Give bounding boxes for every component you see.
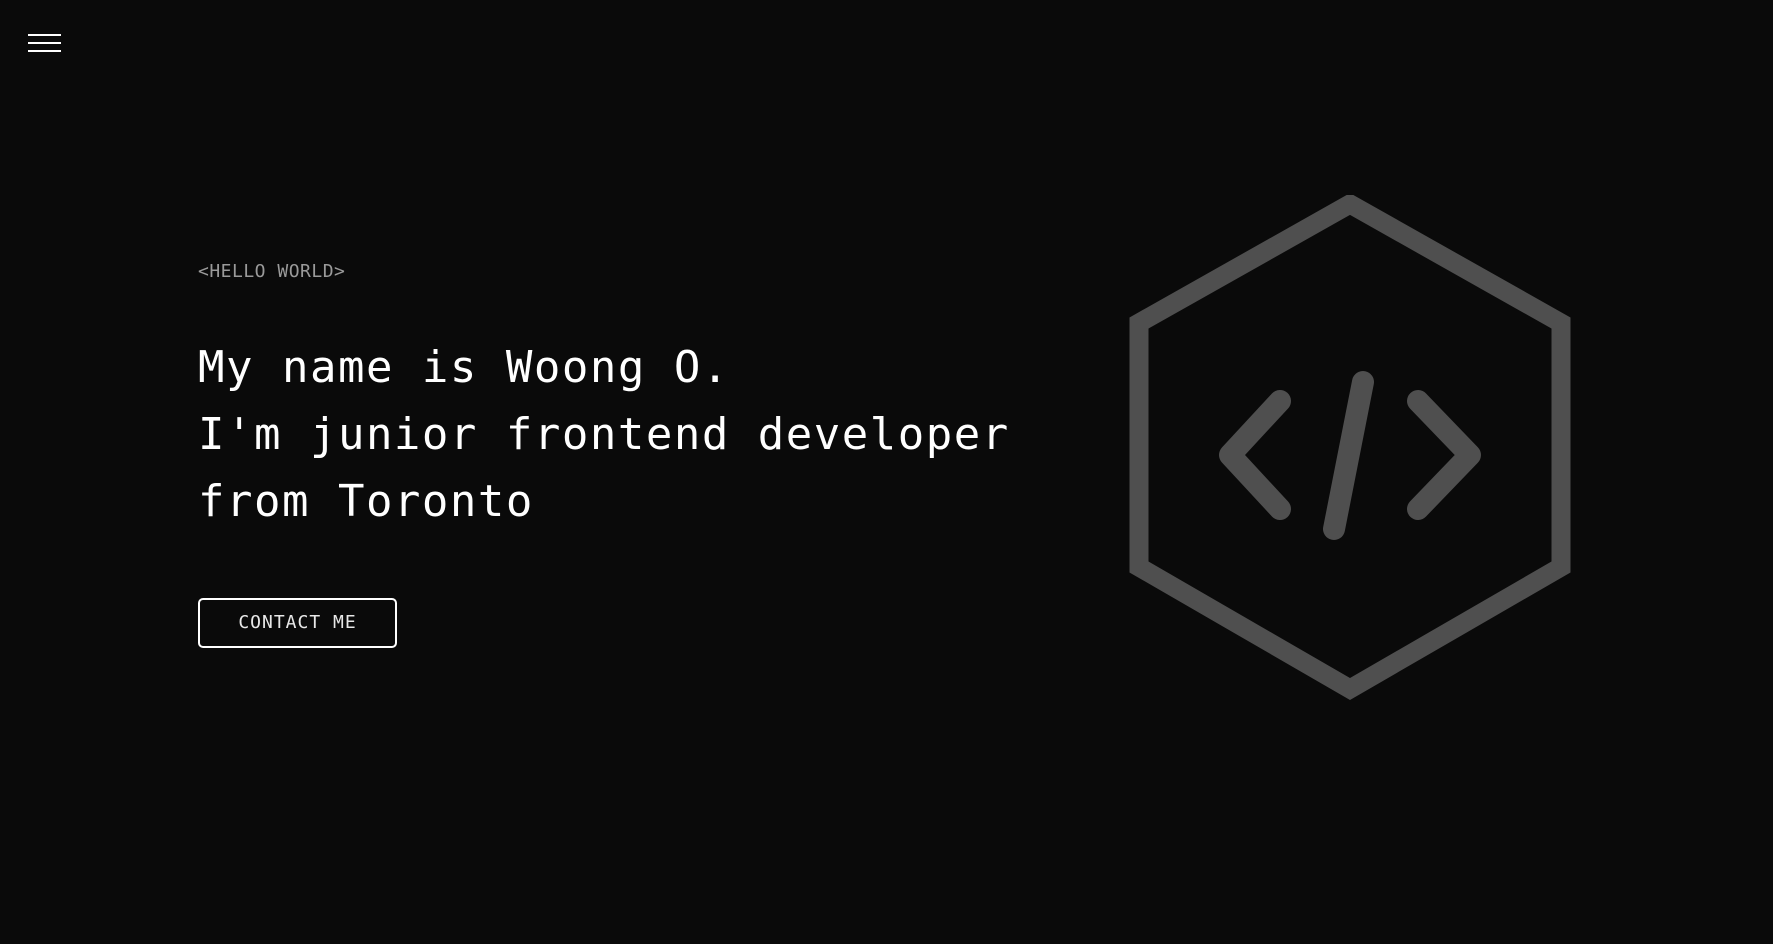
code-bracket-right bbox=[1407, 390, 1481, 520]
headline-line-3: from Toronto bbox=[198, 476, 534, 527]
menu-bar-middle bbox=[28, 42, 61, 44]
contact-me-button[interactable]: CONTACT ME bbox=[198, 598, 397, 648]
headline-line-1: My name is Woong O. bbox=[198, 342, 730, 393]
headline-line-2: I'm junior frontend developer bbox=[198, 409, 1010, 460]
hero-headline: My name is Woong O. I'm junior frontend … bbox=[198, 334, 1098, 535]
menu-bar-bottom bbox=[28, 50, 61, 52]
code-bracket-left bbox=[1219, 390, 1291, 520]
code-hexagon-icon bbox=[1120, 193, 1580, 715]
menu-bar-top bbox=[28, 34, 61, 36]
hamburger-menu-icon[interactable] bbox=[28, 32, 61, 56]
hero-greeting: <HELLO WORLD> bbox=[198, 261, 346, 282]
hero-section: <HELLO WORLD> My name is Woong O. I'm ju… bbox=[198, 258, 1098, 535]
code-slash bbox=[1323, 371, 1374, 540]
